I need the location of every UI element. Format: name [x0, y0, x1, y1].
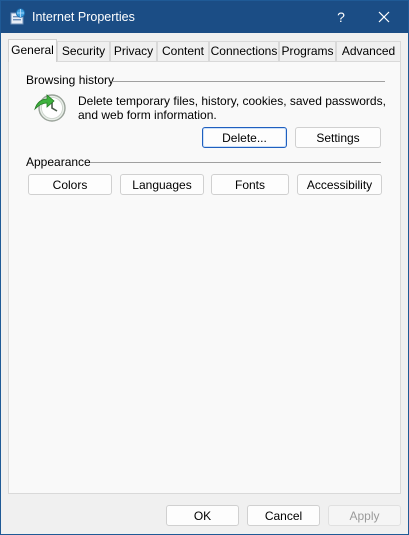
- internet-properties-dialog: Internet Properties ? General Security P…: [0, 0, 409, 535]
- appearance-divider: [90, 162, 381, 163]
- settings-button[interactable]: Settings: [295, 127, 381, 148]
- tab-general[interactable]: General: [8, 39, 57, 62]
- tab-connections[interactable]: Connections: [209, 41, 279, 61]
- cancel-button[interactable]: Cancel: [247, 505, 320, 526]
- tab-security[interactable]: Security: [57, 41, 110, 61]
- ok-button[interactable]: OK: [166, 505, 239, 526]
- general-tab-panel: Browsing history Delete temporary files,…: [8, 61, 401, 494]
- apply-button[interactable]: Apply: [328, 505, 401, 526]
- tab-strip: General Security Privacy Content Connect…: [8, 39, 401, 62]
- history-clock-icon: [34, 94, 66, 122]
- fonts-button[interactable]: Fonts: [211, 174, 289, 195]
- close-button[interactable]: [362, 1, 406, 33]
- browsing-history-divider: [112, 81, 385, 82]
- help-icon: ?: [337, 9, 345, 25]
- tab-advanced[interactable]: Advanced: [336, 41, 401, 61]
- browsing-history-heading: Browsing history: [26, 73, 115, 87]
- tab-privacy[interactable]: Privacy: [110, 41, 157, 61]
- browsing-history-description: Delete temporary files, history, cookies…: [78, 94, 386, 122]
- tab-programs[interactable]: Programs: [279, 41, 336, 61]
- window-title: Internet Properties: [32, 10, 135, 24]
- accessibility-button[interactable]: Accessibility: [297, 174, 382, 195]
- colors-button[interactable]: Colors: [28, 174, 112, 195]
- close-icon: [378, 11, 390, 23]
- languages-button[interactable]: Languages: [120, 174, 204, 195]
- dialog-footer: OK Cancel Apply: [1, 494, 408, 534]
- help-button[interactable]: ?: [319, 1, 363, 33]
- delete-button[interactable]: Delete...: [202, 127, 287, 148]
- title-bar[interactable]: Internet Properties ?: [1, 1, 408, 33]
- appearance-heading: Appearance: [26, 155, 91, 169]
- internet-options-icon: [10, 8, 26, 25]
- tab-content[interactable]: Content: [157, 41, 209, 61]
